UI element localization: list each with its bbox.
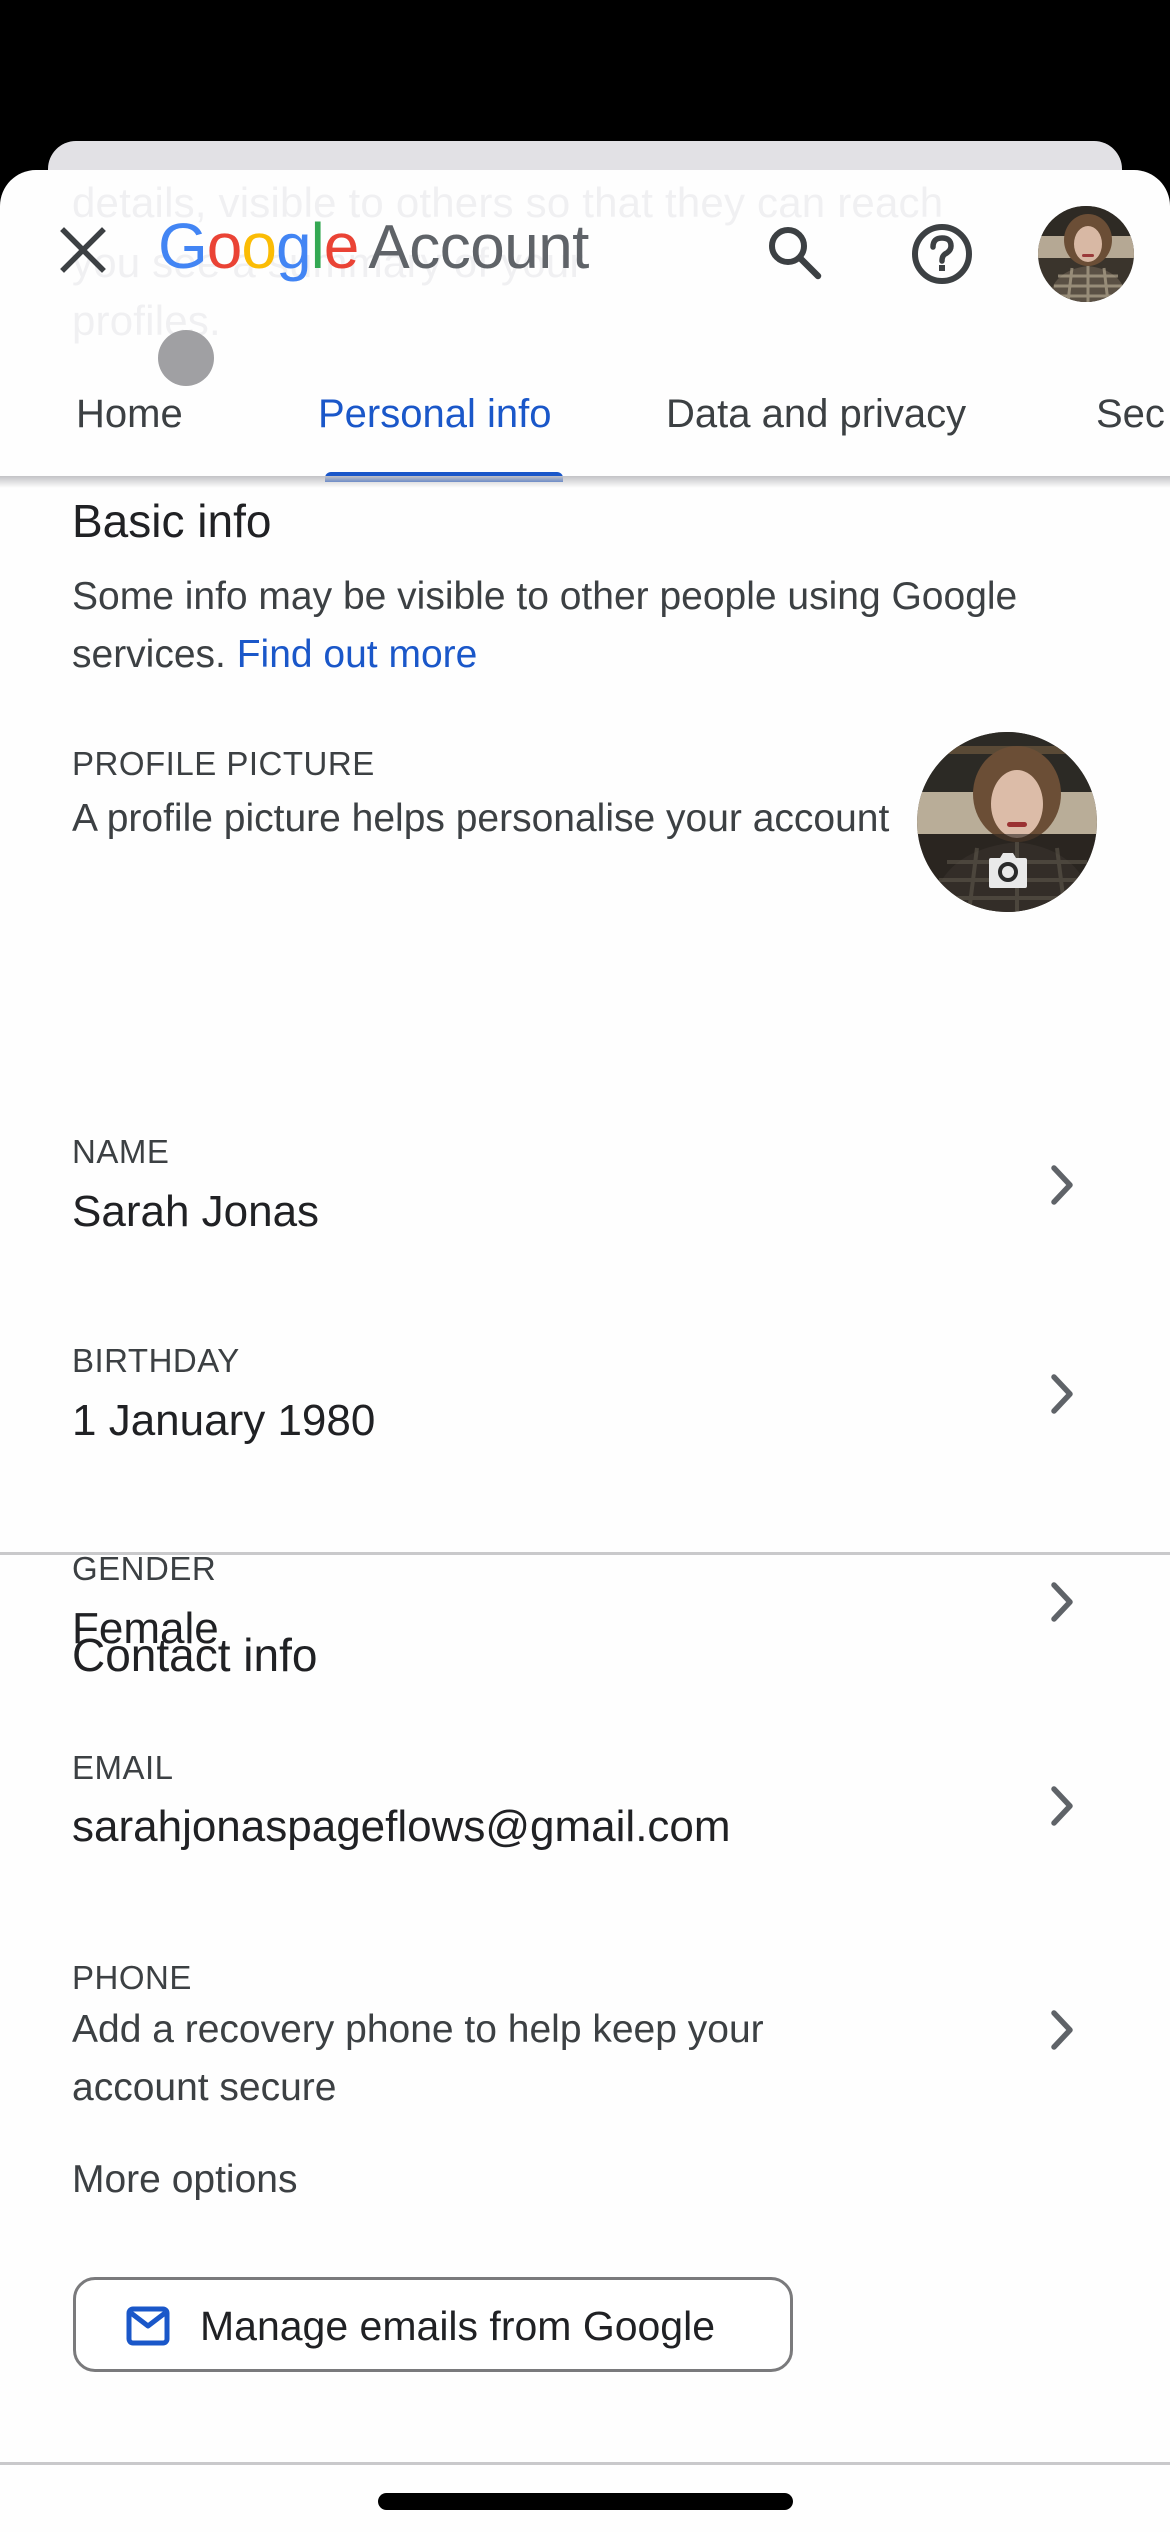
app-header: Google Account Home Personal info Data a…	[0, 170, 1170, 483]
logo-letter: l	[310, 210, 325, 282]
manage-emails-button[interactable]: Manage emails from Google	[73, 2277, 793, 2372]
gender-label: GENDER	[72, 1550, 217, 1587]
contact-info-title: Contact info	[72, 1629, 318, 1681]
chevron-right-icon	[1051, 1786, 1073, 1826]
search-button[interactable]	[764, 222, 826, 284]
avatar-image	[1038, 206, 1134, 302]
birthday-value: 1 January 1980	[72, 1396, 376, 1445]
help-circle-icon	[912, 224, 972, 284]
basic-info-description-text: Some info may be visible to other people…	[72, 575, 1018, 676]
phone-row[interactable]: PHONE Add a recovery phone to help keep …	[0, 1945, 1170, 2125]
logo-letter: e	[323, 210, 360, 282]
logo-letter: G	[158, 210, 208, 282]
tab-security[interactable]: Sec	[1096, 390, 1165, 438]
chevron-right-icon	[1051, 2010, 1073, 2050]
logo-product-name: Account	[368, 213, 589, 282]
home-indicator[interactable]	[378, 2493, 793, 2510]
birthday-label: BIRTHDAY	[72, 1342, 240, 1379]
close-icon	[60, 227, 106, 273]
mail-icon	[126, 2306, 170, 2346]
close-button[interactable]	[58, 225, 108, 275]
chevron-right-icon	[1051, 1374, 1073, 1414]
birthday-row[interactable]: BIRTHDAY 1 January 1980	[0, 1319, 1170, 1509]
section-divider	[0, 2462, 1170, 2465]
email-value: sarahjonaspageflows@gmail.com	[72, 1802, 731, 1851]
help-button[interactable]	[908, 220, 976, 288]
find-out-more-link[interactable]: Find out more	[237, 633, 478, 676]
google-wordmark: Google	[158, 210, 360, 282]
name-row[interactable]: NAME Sarah Jonas	[0, 1110, 1170, 1300]
basic-info-title: Basic info	[72, 495, 272, 547]
phone-label: PHONE	[72, 1959, 192, 1996]
section-divider	[0, 1552, 1170, 1555]
chevron-right-icon	[1051, 1165, 1073, 1205]
tab-data-and-privacy[interactable]: Data and privacy	[666, 390, 966, 438]
logo-letter: g	[275, 210, 312, 282]
search-icon	[769, 227, 822, 280]
camera-icon	[989, 853, 1027, 888]
email-label: EMAIL	[72, 1749, 174, 1786]
phone-value: Add a recovery phone to help keep your a…	[72, 2008, 764, 2109]
account-avatar[interactable]	[1038, 206, 1134, 302]
profile-picture-description: A profile picture helps personalise your…	[72, 797, 890, 840]
tab-home[interactable]: Home	[76, 390, 183, 438]
chevron-right-icon	[1051, 1582, 1073, 1622]
gender-row[interactable]: GENDER Female	[0, 1527, 1170, 1717]
profile-picture[interactable]	[917, 732, 1097, 912]
basic-info-description: Some info may be visible to other people…	[72, 568, 1052, 684]
more-options-link[interactable]: More options	[72, 2160, 297, 2199]
tab-bar: Home Personal info Data and privacy Sec	[0, 376, 1170, 476]
logo-letter: o	[206, 210, 243, 282]
profile-picture-label: PROFILE PICTURE	[72, 745, 375, 782]
account-sheet: details, visible to others so that they …	[0, 170, 1170, 2532]
tab-personal-info[interactable]: Personal info	[318, 390, 551, 438]
name-label: NAME	[72, 1133, 170, 1170]
header-shadow	[0, 476, 1170, 488]
logo-letter: o	[241, 210, 277, 282]
google-account-logo: Google Account	[158, 214, 589, 279]
email-row[interactable]: EMAIL sarahjonaspageflows@gmail.com	[0, 1735, 1170, 1925]
manage-emails-label: Manage emails from Google	[200, 2303, 716, 2349]
name-value: Sarah Jonas	[72, 1187, 320, 1236]
